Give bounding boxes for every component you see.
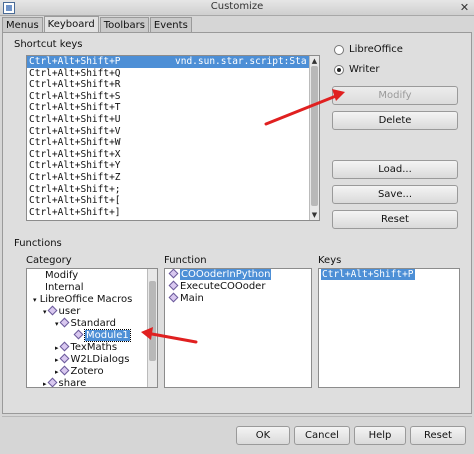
annotation-overlay xyxy=(141,89,345,344)
arrow-to-modify xyxy=(264,89,345,126)
arrow-to-module1 xyxy=(141,327,198,344)
